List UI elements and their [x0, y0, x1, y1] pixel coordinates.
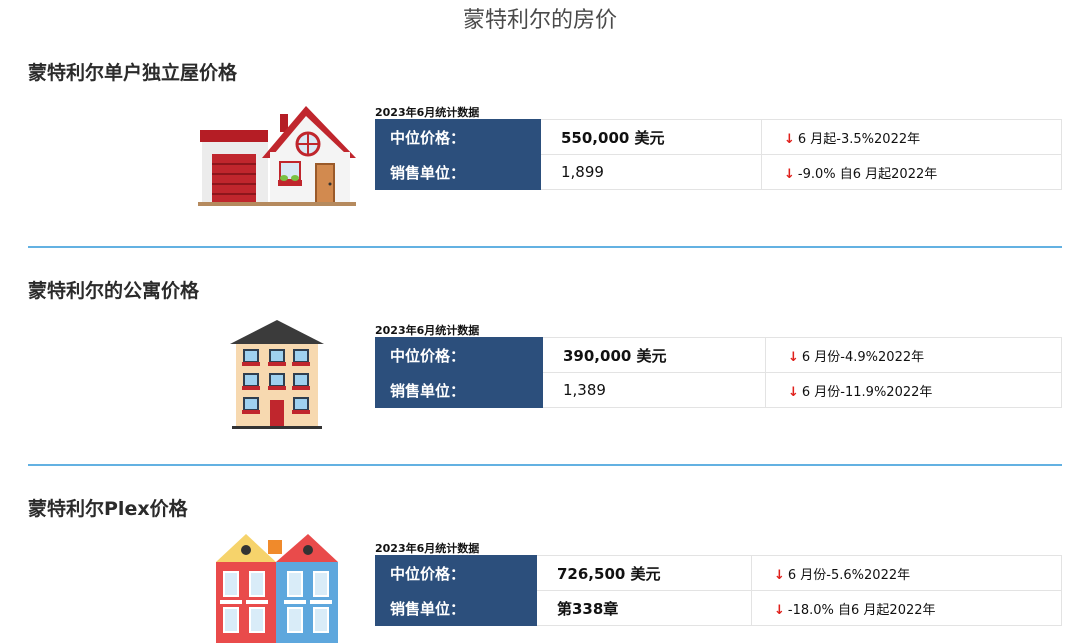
- section-divider: [28, 246, 1062, 248]
- section-divider: [28, 464, 1062, 466]
- change-text: 6 月起-3.5%2022年: [797, 131, 921, 147]
- down-arrow-icon: ↓: [774, 567, 785, 583]
- stats-table-plex: 中位价格： 726,500 美元 ↓ 6 月份-5.6%2022年 销售单位： 第…: [375, 555, 1062, 626]
- change-text: 6 月份-5.6%2022年: [787, 567, 911, 583]
- condo-building-icon: [230, 320, 324, 429]
- units-sold-value: 1,389: [542, 372, 766, 408]
- stats-caption: 2023年6月统计数据: [375, 324, 480, 337]
- units-sold-change: ↓ 6 月份-11.9%2022年: [765, 372, 1062, 408]
- table-row: 销售单位： 1,389 ↓ 6 月份-11.9%2022年: [375, 372, 1062, 408]
- median-price-change: ↓ 6 月份-5.6%2022年: [751, 555, 1062, 591]
- median-price-label: 中位价格：: [375, 119, 541, 155]
- plex-building-icon: [216, 534, 338, 643]
- units-sold-label: 销售单位：: [375, 372, 543, 408]
- median-price-label: 中位价格：: [375, 337, 543, 373]
- table-row: 销售单位： 第338章 ↓ -18.0% 自6 月起2022年: [375, 590, 1062, 626]
- table-row: 中位价格： 550,000 美元 ↓ 6 月起-3.5%2022年: [375, 119, 1062, 155]
- single-family-house-icon: [198, 106, 356, 206]
- median-price-value: 390,000 美元: [542, 337, 766, 373]
- table-row: 中位价格： 390,000 美元 ↓ 6 月份-4.9%2022年: [375, 337, 1062, 373]
- units-sold-change: ↓ -18.0% 自6 月起2022年: [751, 590, 1062, 626]
- page-title: 蒙特利尔的房价: [462, 8, 617, 33]
- stats-caption: 2023年6月统计数据: [375, 542, 480, 555]
- units-sold-value: 第338章: [536, 590, 752, 626]
- units-sold-label: 销售单位：: [375, 590, 537, 626]
- units-sold-change: ↓ -9.0% 自6 月起2022年: [761, 154, 1062, 190]
- section-title-plex: 蒙特利尔Plex价格: [28, 498, 188, 520]
- down-arrow-icon: ↓: [788, 384, 799, 400]
- median-price-value: 550,000 美元: [540, 119, 762, 155]
- section-title-single-family: 蒙特利尔单户独立屋价格: [28, 62, 238, 84]
- table-row: 中位价格： 726,500 美元 ↓ 6 月份-5.6%2022年: [375, 555, 1062, 591]
- median-price-label: 中位价格：: [375, 555, 537, 591]
- change-text: -18.0% 自6 月起2022年: [787, 602, 936, 618]
- change-text: 6 月份-11.9%2022年: [801, 384, 933, 400]
- down-arrow-icon: ↓: [788, 349, 799, 365]
- stats-table-condo: 中位价格： 390,000 美元 ↓ 6 月份-4.9%2022年 销售单位： 1…: [375, 337, 1062, 408]
- section-title-condo: 蒙特利尔的公寓价格: [28, 280, 200, 302]
- down-arrow-icon: ↓: [784, 131, 795, 147]
- stats-caption: 2023年6月统计数据: [375, 106, 480, 119]
- change-text: 6 月份-4.9%2022年: [801, 349, 925, 365]
- units-sold-label: 销售单位：: [375, 154, 541, 190]
- units-sold-value: 1,899: [540, 154, 762, 190]
- table-row: 销售单位： 1,899 ↓ -9.0% 自6 月起2022年: [375, 154, 1062, 190]
- down-arrow-icon: ↓: [784, 166, 795, 182]
- down-arrow-icon: ↓: [774, 602, 785, 618]
- median-price-value: 726,500 美元: [536, 555, 752, 591]
- change-text: -9.0% 自6 月起2022年: [797, 166, 938, 182]
- median-price-change: ↓ 6 月起-3.5%2022年: [761, 119, 1062, 155]
- median-price-change: ↓ 6 月份-4.9%2022年: [765, 337, 1062, 373]
- stats-table-single-family: 中位价格： 550,000 美元 ↓ 6 月起-3.5%2022年 销售单位： 1…: [375, 119, 1062, 190]
